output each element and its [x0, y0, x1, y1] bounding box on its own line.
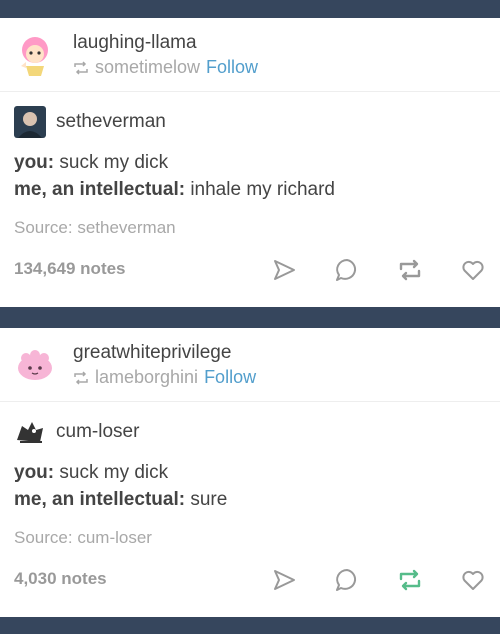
body-line: you: suck my dick	[14, 459, 227, 486]
source-attribution: Source: setheverman	[14, 218, 176, 238]
reblog-small-icon	[74, 60, 88, 75]
reblogged-from-username[interactable]: lameborghini	[95, 367, 198, 388]
action-bar	[271, 567, 486, 593]
body-line: me, an intellectual: inhale my richard	[14, 176, 335, 203]
reblog-icon[interactable]	[397, 567, 423, 593]
source-user: setheverman	[14, 106, 166, 138]
post-body: you: suck my dick me, an intellectual: i…	[14, 149, 335, 203]
source-label: Source:	[14, 218, 73, 237]
reblog-icon[interactable]	[397, 257, 423, 283]
post-footer: 134,649 notes	[14, 259, 486, 283]
action-bar	[271, 257, 486, 283]
reblog-small-icon	[74, 370, 88, 385]
post-header: laughing-llama sometimelow Follow	[0, 18, 500, 92]
speaker-label: me, an intellectual:	[14, 179, 186, 200]
like-heart-icon[interactable]	[460, 567, 486, 593]
notes-count[interactable]: 4,030 notes	[14, 569, 107, 589]
notes-count[interactable]: 134,649 notes	[14, 259, 126, 279]
source-attribution: Source: cum-loser	[14, 528, 152, 548]
follow-link[interactable]: Follow	[206, 57, 258, 78]
reply-icon[interactable]	[334, 257, 360, 283]
source-username[interactable]: cum-loser	[56, 421, 139, 443]
speaker-text: suck my dick	[59, 152, 169, 173]
poster-avatar[interactable]	[12, 342, 58, 388]
share-icon[interactable]	[271, 257, 297, 283]
body-line: me, an intellectual: sure	[14, 486, 227, 513]
post-footer: 4,030 notes	[14, 569, 486, 593]
poster-avatar[interactable]	[12, 32, 58, 78]
follow-link[interactable]: Follow	[204, 367, 256, 388]
post-card: laughing-llama sometimelow Follow sethev…	[0, 18, 500, 307]
speaker-label: me, an intellectual:	[14, 489, 186, 510]
share-icon[interactable]	[271, 567, 297, 593]
speaker-text: suck my dick	[59, 462, 169, 483]
reblog-info: sometimelow Follow	[73, 57, 258, 78]
source-link[interactable]: cum-loser	[77, 528, 152, 547]
post-card: greatwhiteprivilege lameborghini Follow …	[0, 328, 500, 617]
reblogged-from-username[interactable]: sometimelow	[95, 57, 200, 78]
source-label: Source:	[14, 528, 73, 547]
poster-username[interactable]: laughing-llama	[73, 32, 197, 54]
source-link[interactable]: setheverman	[77, 218, 175, 237]
like-heart-icon[interactable]	[460, 257, 486, 283]
speaker-label: you:	[14, 152, 55, 173]
speaker-text: inhale my richard	[190, 179, 335, 200]
source-username[interactable]: setheverman	[56, 111, 166, 133]
speaker-label: you:	[14, 462, 55, 483]
body-line: you: suck my dick	[14, 149, 335, 176]
post-body: you: suck my dick me, an intellectual: s…	[14, 459, 227, 513]
reply-icon[interactable]	[334, 567, 360, 593]
post-header: greatwhiteprivilege lameborghini Follow	[0, 328, 500, 402]
source-avatar[interactable]	[14, 416, 46, 448]
source-user: cum-loser	[14, 416, 139, 448]
reblog-info: lameborghini Follow	[73, 367, 256, 388]
speaker-text: sure	[190, 489, 228, 510]
source-avatar[interactable]	[14, 106, 46, 138]
poster-username[interactable]: greatwhiteprivilege	[73, 342, 231, 364]
